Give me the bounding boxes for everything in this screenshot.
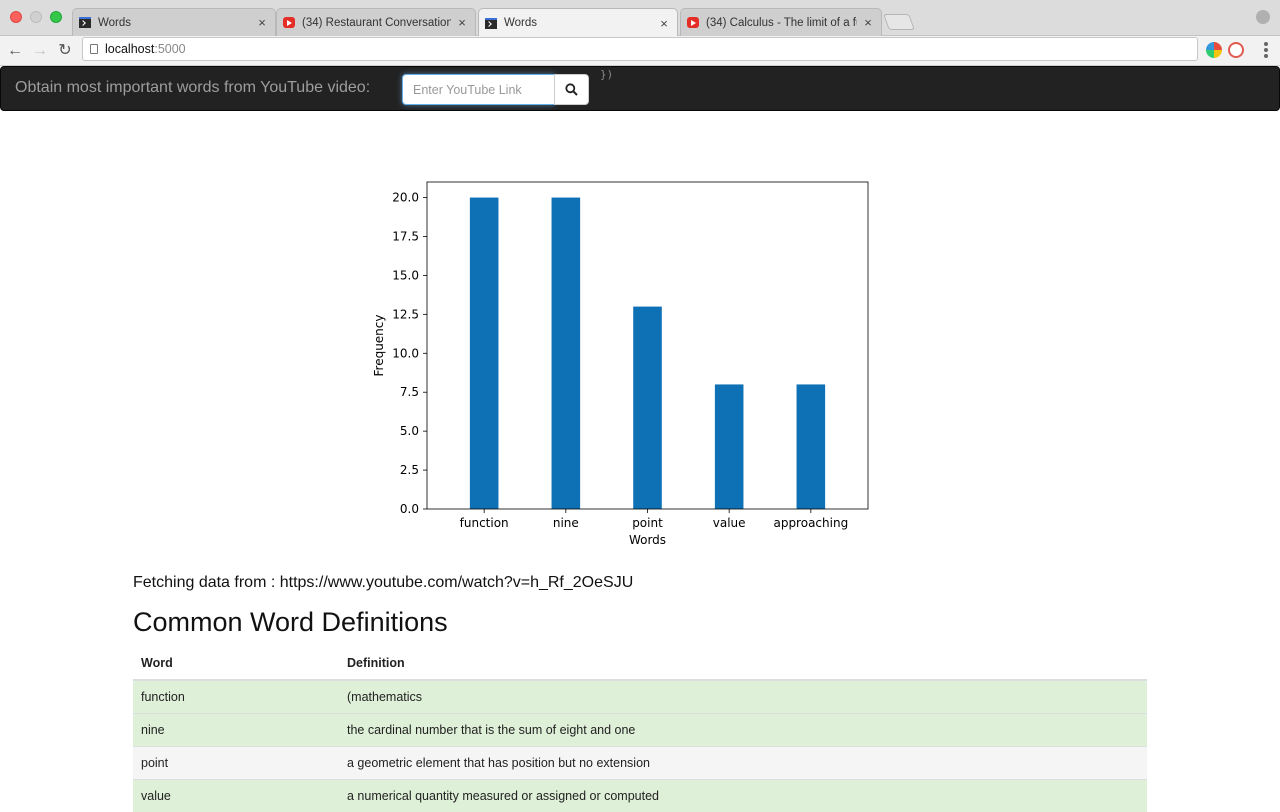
- definition-cell: a geometric element that has position bu…: [339, 745, 1147, 779]
- browser-toolbar: ← → ↻ localhost:5000: [0, 36, 1280, 66]
- browser-tab-restaurant-conversation[interactable]: (34) Restaurant Conversation F ×: [276, 8, 476, 36]
- y-tick-label: 17.5: [392, 230, 419, 244]
- x-tick-label: approaching: [773, 516, 848, 530]
- youtube-icon: [283, 17, 295, 28]
- x-tick-label: value: [713, 516, 746, 530]
- terminal-icon: [79, 17, 91, 28]
- word-cell: nine: [133, 712, 339, 746]
- tab-title: Words: [98, 16, 132, 29]
- x-tick-label: function: [460, 516, 509, 530]
- browser-tab-words-1[interactable]: Words ×: [72, 8, 276, 36]
- y-tick-label: 5.0: [400, 424, 419, 438]
- minimize-window-button[interactable]: [30, 11, 42, 23]
- tab-title: (34) Calculus - The limit of a fu: [706, 16, 857, 29]
- close-tab-icon[interactable]: ×: [657, 16, 671, 31]
- word-cell: point: [133, 745, 339, 779]
- close-window-button[interactable]: [10, 11, 22, 23]
- x-axis-label: Words: [629, 533, 666, 547]
- bar-nine: [551, 197, 581, 510]
- color-extension-icon[interactable]: [1206, 42, 1222, 58]
- address-bar[interactable]: localhost:5000: [82, 37, 1198, 61]
- word-cell: function: [133, 679, 339, 713]
- search-icon: [565, 83, 578, 96]
- bar-approaching: [796, 384, 826, 509]
- bar-value: [714, 384, 744, 509]
- forward-arrow-icon[interactable]: →: [29, 40, 51, 62]
- definition-cell: a numerical quantity measured or assigne…: [339, 778, 1147, 812]
- y-tick-label: 20.0: [392, 191, 419, 205]
- y-tick-label: 2.5: [400, 463, 419, 477]
- y-tick-label: 10.0: [392, 346, 419, 360]
- close-tab-icon[interactable]: ×: [455, 15, 469, 30]
- bar-function: [469, 197, 499, 510]
- bar-point: [633, 306, 662, 509]
- tab-title: Words: [504, 17, 538, 29]
- url-port: :5000: [154, 42, 186, 56]
- definition-cell: (mathematics: [339, 679, 1147, 713]
- y-axis-label: Frequency: [372, 315, 386, 377]
- maximize-window-button[interactable]: [50, 11, 62, 23]
- x-tick-label: point: [632, 516, 663, 530]
- youtube-icon: [687, 17, 699, 28]
- definition-cell: the cardinal number that is the sum of e…: [339, 712, 1147, 746]
- column-header-definition: Definition: [339, 646, 1147, 681]
- terminal-icon: [485, 17, 497, 29]
- y-tick-label: 12.5: [392, 307, 419, 321]
- navbar-brand: Obtain most important words from YouTube…: [15, 79, 371, 96]
- youtube-link-input[interactable]: [402, 74, 555, 105]
- word-cell: value: [133, 778, 339, 812]
- definitions-table: Word Definition function (mathematics ni…: [133, 646, 1147, 812]
- table-row: function (mathematics: [133, 679, 1147, 713]
- tab-title: (34) Restaurant Conversation F: [302, 16, 451, 29]
- fetching-url-text: Fetching data from : https://www.youtube…: [133, 574, 634, 591]
- url-host: localhost: [105, 42, 155, 56]
- browser-tab-words-active[interactable]: Words ×: [478, 8, 678, 37]
- table-header-row: Word Definition: [133, 646, 1147, 681]
- close-tab-icon[interactable]: ×: [861, 15, 875, 30]
- y-tick-label: 7.5: [400, 385, 419, 399]
- browser-tab-calculus[interactable]: (34) Calculus - The limit of a fu ×: [680, 8, 882, 36]
- y-tick-label: 0.0: [400, 502, 419, 516]
- browser-tab-strip: Words × (34) Restaurant Conversation F ×…: [0, 0, 1280, 37]
- back-arrow-icon[interactable]: ←: [4, 40, 26, 62]
- stray-code-text: }): [600, 68, 614, 81]
- table-row: point a geometric element that has posit…: [133, 745, 1147, 779]
- blocker-extension-icon[interactable]: [1228, 42, 1244, 58]
- reload-icon[interactable]: ↻: [54, 40, 76, 62]
- x-tick-label: nine: [553, 516, 579, 530]
- page-info-icon[interactable]: [90, 44, 98, 54]
- search-button[interactable]: [554, 74, 589, 105]
- profile-icon[interactable]: [1256, 10, 1270, 24]
- table-row: nine the cardinal number that is the sum…: [133, 712, 1147, 746]
- word-frequency-chart: function nine point value approaching 0.0 2.5 5…: [372, 181, 869, 547]
- browser-menu-icon[interactable]: [1264, 42, 1268, 58]
- table-row: value a numerical quantity measured or a…: [133, 778, 1147, 812]
- column-header-word: Word: [133, 646, 339, 681]
- app-navbar: Obtain most important words from YouTube…: [0, 66, 1280, 111]
- close-tab-icon[interactable]: ×: [255, 15, 269, 30]
- y-tick-label: 15.0: [392, 268, 419, 282]
- definitions-heading: Common Word Definitions: [133, 607, 448, 637]
- new-tab-button[interactable]: [883, 14, 915, 30]
